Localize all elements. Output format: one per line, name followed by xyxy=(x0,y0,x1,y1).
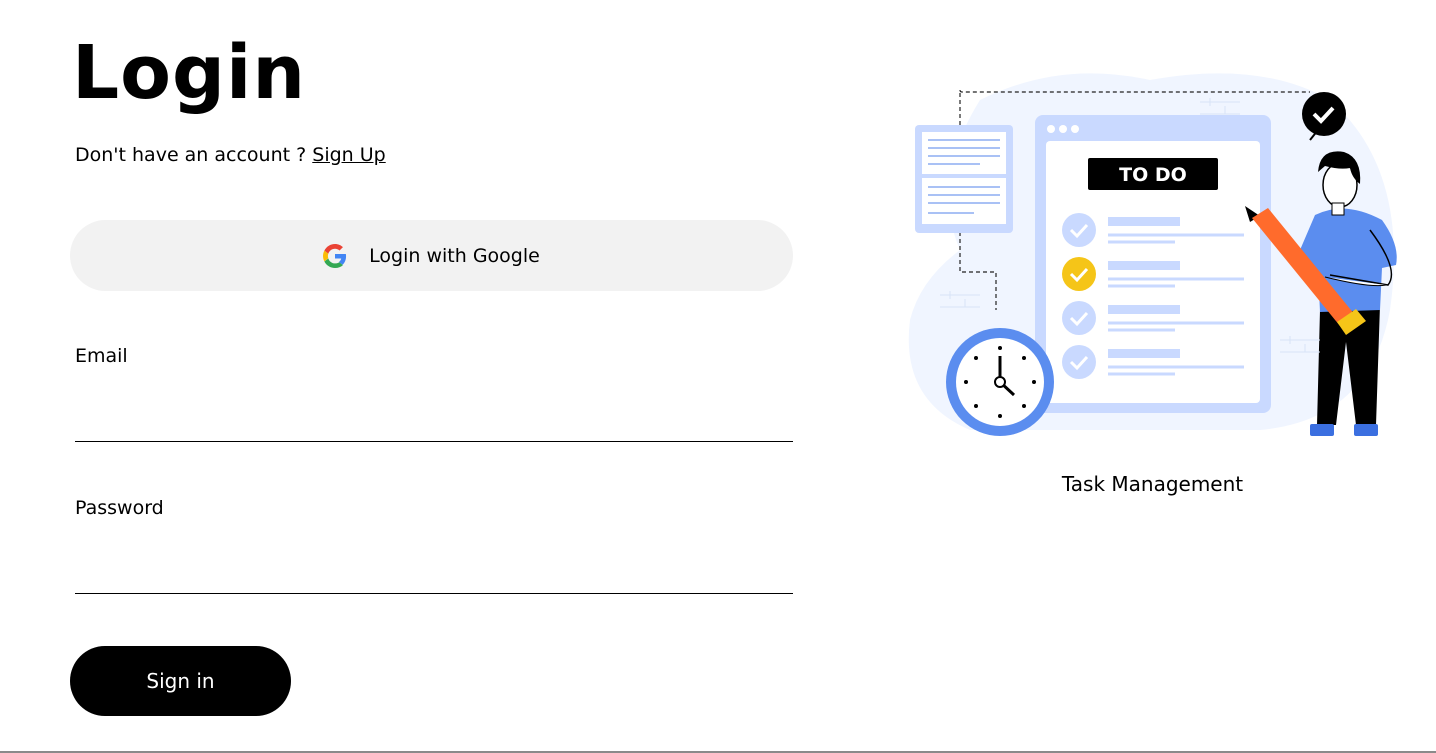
task-management-illustration: TO DO xyxy=(908,73,1397,436)
todo-heading: TO DO xyxy=(1119,164,1187,186)
page-title: Login xyxy=(72,30,307,116)
note-card xyxy=(915,125,1013,233)
signup-prompt: Don't have an account ? xyxy=(75,144,307,166)
password-field[interactable] xyxy=(75,554,793,594)
todo-board: TO DO xyxy=(1035,115,1271,413)
signup-link[interactable]: Sign Up xyxy=(312,144,385,166)
google-button-label: Login with Google xyxy=(369,244,540,267)
email-field[interactable] xyxy=(75,402,793,442)
signin-button[interactable]: Sign in xyxy=(70,646,291,716)
illustration-caption: Task Management xyxy=(1061,472,1244,496)
password-label: Password xyxy=(75,497,164,519)
signup-prompt-line: Don't have an account ? Sign Up xyxy=(75,142,386,168)
google-icon xyxy=(323,243,347,268)
login-page: Login Don't have an account ? Sign Up Lo… xyxy=(0,0,1436,753)
google-login-button[interactable]: Login with Google xyxy=(70,220,793,291)
clock-icon xyxy=(946,328,1054,436)
email-label: Email xyxy=(75,345,128,367)
